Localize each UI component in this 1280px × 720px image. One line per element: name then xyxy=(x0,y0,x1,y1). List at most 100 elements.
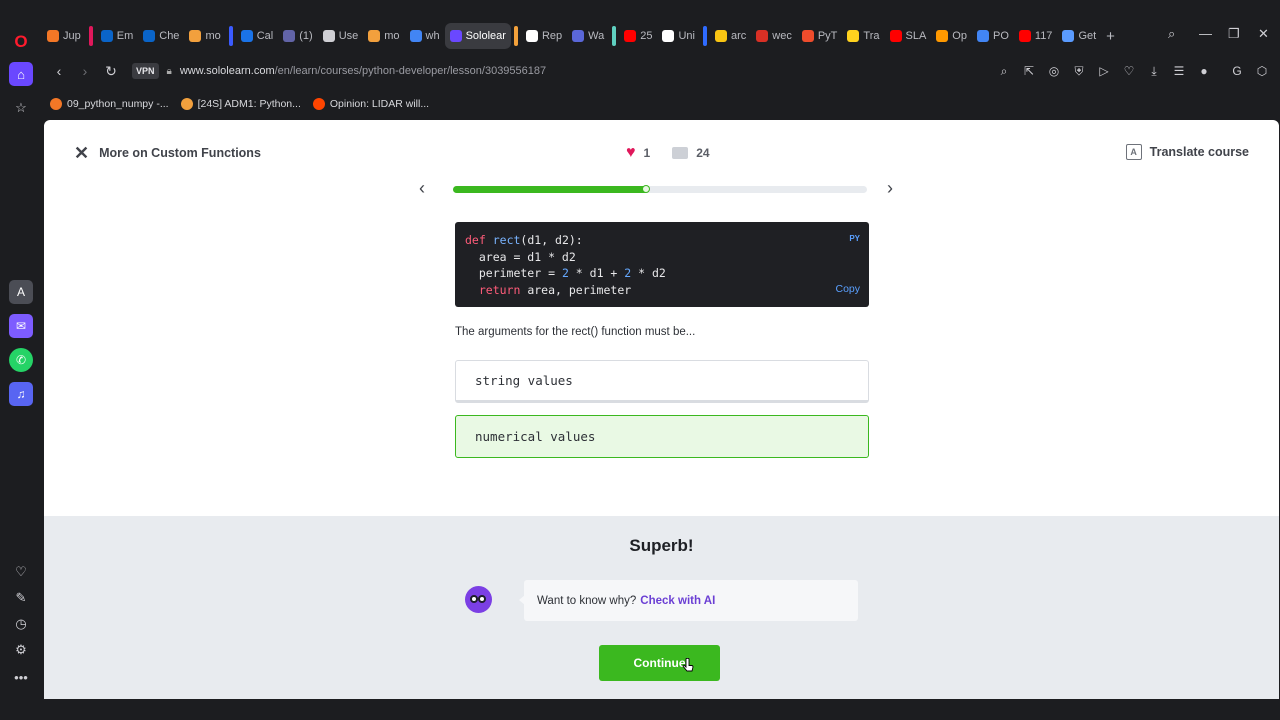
tab-label: 25 xyxy=(640,30,653,42)
grammarly-icon[interactable]: G xyxy=(1229,64,1245,78)
browser-tab[interactable]: Get xyxy=(1057,23,1101,49)
url-host: www.sololearn.com xyxy=(179,65,275,77)
browser-tab[interactable]: Sololear xyxy=(444,23,511,49)
easy-setup-icon[interactable]: ☰ xyxy=(1171,64,1187,78)
browser-tab[interactable]: Op xyxy=(931,23,972,49)
url-field[interactable]: www.sololearn.com/en/learn/courses/pytho… xyxy=(180,65,546,77)
answer-option-string[interactable]: string values xyxy=(455,360,869,403)
tab-search-icon[interactable]: ⌕ xyxy=(1168,26,1175,42)
opera-logo-icon[interactable]: O xyxy=(9,30,33,54)
browser-tab[interactable]: 25 xyxy=(619,23,657,49)
back-icon[interactable]: ‹ xyxy=(46,63,72,79)
browser-tab[interactable]: SLA xyxy=(885,23,932,49)
home-icon[interactable]: ⌂ xyxy=(9,62,33,86)
restore-icon[interactable]: ❐ xyxy=(1228,26,1240,42)
more-sidebar-icon[interactable]: ••• xyxy=(9,665,33,689)
continue-button[interactable]: Continue xyxy=(599,645,720,681)
browser-tab[interactable]: Tra xyxy=(842,23,884,49)
copy-code-button[interactable]: Copy xyxy=(835,281,860,298)
comments-count[interactable]: 24 xyxy=(696,146,709,160)
pinboard-icon[interactable]: ☆ xyxy=(9,96,33,120)
download-icon[interactable]: ⤓ xyxy=(1146,64,1162,79)
translate-course-button[interactable]: A Translate course xyxy=(1125,144,1249,160)
bookmark-heart-icon[interactable]: ♡ xyxy=(1121,64,1137,78)
heart-icon[interactable]: ♥ xyxy=(626,145,636,161)
previous-arrow-icon[interactable]: ‹ xyxy=(419,178,425,199)
settings-gear-icon[interactable]: ⚙ xyxy=(9,638,33,662)
browser-tab[interactable]: Uni xyxy=(657,23,700,49)
bookmark-item[interactable]: 09_python_numpy -... xyxy=(50,98,169,110)
next-arrow-icon[interactable]: › xyxy=(887,178,893,199)
comment-icon[interactable] xyxy=(672,147,689,159)
shield-icon[interactable]: ⛨ xyxy=(1071,64,1087,79)
tab-label: Sololear xyxy=(465,30,506,42)
browser-tab[interactable]: 117 xyxy=(1014,23,1058,49)
heart-sidebar-icon[interactable]: ♡ xyxy=(9,560,33,584)
discord-icon[interactable]: ♫ xyxy=(9,382,33,406)
tab-label: SLA xyxy=(905,30,927,42)
address-bar-row: ‹ › ↻ VPN 🔒︎ www.sololearn.com/en/learn/… xyxy=(42,58,1280,84)
aria-icon[interactable]: A xyxy=(9,280,33,304)
close-window-icon[interactable]: ✕ xyxy=(1258,26,1269,42)
tab-favicon-icon xyxy=(143,30,156,42)
tab-favicon-icon xyxy=(976,30,989,42)
camera-icon[interactable]: ◎ xyxy=(1046,64,1062,78)
reload-icon[interactable]: ↻ xyxy=(98,63,124,80)
browser-tab[interactable]: (1) xyxy=(278,23,317,49)
browser-tab[interactable]: Cal xyxy=(236,23,279,49)
tab-group-marker[interactable] xyxy=(513,26,518,46)
bookmark-label: Opinion: LIDAR will... xyxy=(329,98,430,110)
browser-tab[interactable]: arc xyxy=(710,23,751,49)
browser-tab[interactable]: PO xyxy=(972,23,1014,49)
browser-tab[interactable]: Use xyxy=(318,23,364,49)
play-icon[interactable]: ▷ xyxy=(1096,64,1112,78)
check-with-ai-link[interactable]: Check with AI xyxy=(640,595,715,607)
tab-favicon-icon xyxy=(47,30,59,42)
likes-count: 1 xyxy=(643,146,651,160)
profile-icon[interactable]: ● xyxy=(1196,64,1212,78)
tab-favicon-icon xyxy=(240,30,253,42)
answer-option-numerical[interactable]: numerical values xyxy=(455,415,869,458)
vpn-badge[interactable]: VPN xyxy=(132,63,159,79)
browser-tab[interactable]: wec xyxy=(751,23,797,49)
bookmark-item[interactable]: [24S] ADM1: Python... xyxy=(180,98,301,110)
tab-label: Op xyxy=(952,30,967,42)
tab-group-marker[interactable] xyxy=(612,26,617,46)
whatsapp-icon[interactable]: ✆ xyxy=(9,348,33,372)
browser-tab[interactable]: Che xyxy=(138,23,184,49)
browser-tab[interactable]: Wa xyxy=(567,23,609,49)
history-icon[interactable]: ◷ xyxy=(9,612,33,636)
tab-favicon-icon xyxy=(525,30,538,42)
browser-tab[interactable]: Rep xyxy=(521,23,567,49)
messenger-icon[interactable]: ✉ xyxy=(9,314,33,338)
browser-tab[interactable]: Jup xyxy=(42,23,86,49)
tab-favicon-icon xyxy=(662,30,675,42)
tab-favicon-icon xyxy=(572,30,585,42)
code-keyword: return xyxy=(465,283,521,298)
share-icon[interactable]: ⇱ xyxy=(1021,64,1037,78)
forward-icon[interactable]: › xyxy=(72,63,98,79)
tab-favicon-icon xyxy=(449,30,462,42)
minimize-icon[interactable]: — xyxy=(1199,26,1212,41)
lens-icon[interactable]: ⌕ xyxy=(996,64,1012,79)
browser-tab[interactable]: Em xyxy=(96,23,139,49)
tab-group-marker[interactable] xyxy=(703,26,707,46)
close-lesson-button[interactable]: ✕ More on Custom Functions xyxy=(74,144,261,162)
tab-label: Wa xyxy=(588,30,605,42)
bookmark-item[interactable]: Opinion: LIDAR will... xyxy=(312,98,430,110)
browser-tab[interactable]: PyT xyxy=(797,23,843,49)
browser-window: O ⌂ ☆ A ✉ ✆ ♫ ♡ ✎ ◷ ⚙ ••• Jup Em Che mo Cal (… xyxy=(0,0,1280,720)
tab-group-marker[interactable] xyxy=(88,26,93,46)
language-tag: PY xyxy=(849,234,860,243)
browser-tab[interactable]: mo xyxy=(184,23,225,49)
browser-tab[interactable]: mo xyxy=(363,23,404,49)
tab-group-marker[interactable] xyxy=(228,26,233,46)
browser-tab[interactable]: wh xyxy=(405,23,445,49)
edit-sidebar-icon[interactable]: ✎ xyxy=(9,586,33,610)
extensions-icon[interactable]: ⬡ xyxy=(1254,64,1270,78)
new-tab-plus-icon[interactable]: + xyxy=(1101,23,1120,49)
tab-label: PO xyxy=(992,30,1009,42)
lock-icon[interactable]: 🔒︎ xyxy=(167,66,172,77)
translate-icon: A xyxy=(1125,144,1142,160)
tab-label: mo xyxy=(205,30,221,42)
